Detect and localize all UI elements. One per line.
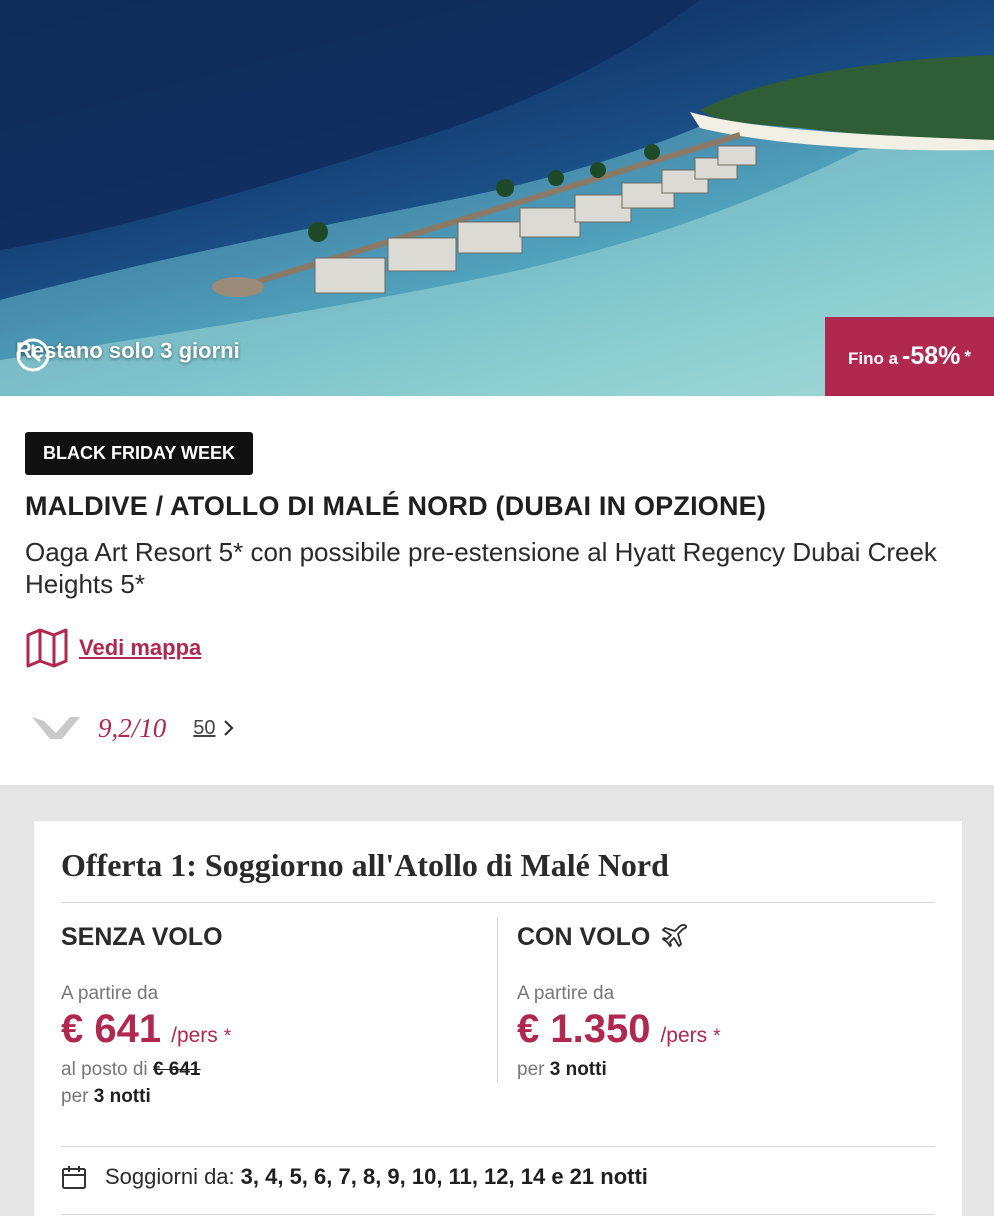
view-map-label: Vedi mappa [79,635,202,660]
with-flight-label: CON VOLO [517,922,651,951]
countdown-timer: Restano solo 3 giorni [16,338,240,372]
instead-label: al posto di [61,1059,148,1080]
divider [61,1214,935,1215]
offer-card: Offerta 1: Soggiorno all'Atollo di Malé … [34,821,962,1216]
clock-icon [16,338,50,372]
stay-durations: Soggiorni da: 3, 4, 5, 6, 7, 8, 9, 10, 1… [61,1164,648,1190]
with-flight-column[interactable]: CON VOLO A partire da € 1.350 /pers * pe… [517,919,721,1081]
divider [61,902,935,903]
discount-star: * [964,346,972,366]
rating-score: 9,2/10 [98,712,167,743]
discount-prefix: Fino a [847,348,899,368]
price-without-flight: € 641 [61,1007,162,1051]
nights-prefix: per [61,1086,89,1107]
discount-value: -58% [902,342,961,370]
stays-values: 3, 4, 5, 6, 7, 8, 9, 10, 11, 12, 14 e 21… [240,1164,648,1189]
column-divider [497,917,498,1083]
with-flight-heading: CON VOLO [517,919,690,955]
view-map-link[interactable]: Vedi mappa [25,626,201,670]
nights-line: per 3 notti [61,1086,151,1108]
price-with-flight: € 1.350 [517,1007,651,1051]
promo-badge: BLACK FRIDAY WEEK [25,432,254,475]
price-row: € 1.350 /pers * [517,1007,721,1052]
stays-label: Soggiorni da: [105,1164,235,1189]
destination-title: MALDIVE / ATOLLO DI MALÉ NORD (DUBAI IN … [25,491,767,521]
airplane-icon [662,924,688,947]
per-person-label: /pers [171,1024,218,1047]
price-row: € 641 /pers * [61,1007,231,1052]
old-price-line: al posto di € 641 [61,1059,200,1081]
price-footnote-star: * [223,1026,232,1047]
from-label: A partire da [517,983,615,1004]
nights-value: 3 notti [549,1059,607,1080]
without-flight-heading: SENZA VOLO [61,919,223,955]
nights-line: per 3 notti [517,1059,607,1081]
old-price: € 641 [152,1059,201,1080]
map-icon [26,628,68,668]
divider [61,1146,935,1147]
discount-badge: Fino a -58% * [825,317,994,396]
without-flight-column[interactable]: SENZA VOLO A partire da € 641 /pers * al… [61,919,231,1108]
hero-image[interactable]: Restano solo 3 giorni Fino a -58% * [0,0,994,396]
nights-value: 3 notti [93,1086,151,1107]
nights-prefix: per [517,1059,545,1080]
chevron-right-icon[interactable] [222,718,236,738]
offer-title: Offerta 1: Soggiorno all'Atollo di Malé … [61,847,669,883]
rating-row: 9,2/10 50 [30,706,236,750]
calendar-icon [62,1166,86,1189]
review-logo-icon [32,717,80,739]
per-person-label: /pers [660,1024,708,1047]
without-flight-label: SENZA VOLO [61,922,223,951]
review-count-link[interactable]: 50 [193,717,215,740]
price-footnote-star: * [713,1026,721,1047]
hotel-subtitle: Oaga Art Resort 5* con possibile pre-est… [25,537,937,599]
from-label: A partire da [61,983,159,1004]
